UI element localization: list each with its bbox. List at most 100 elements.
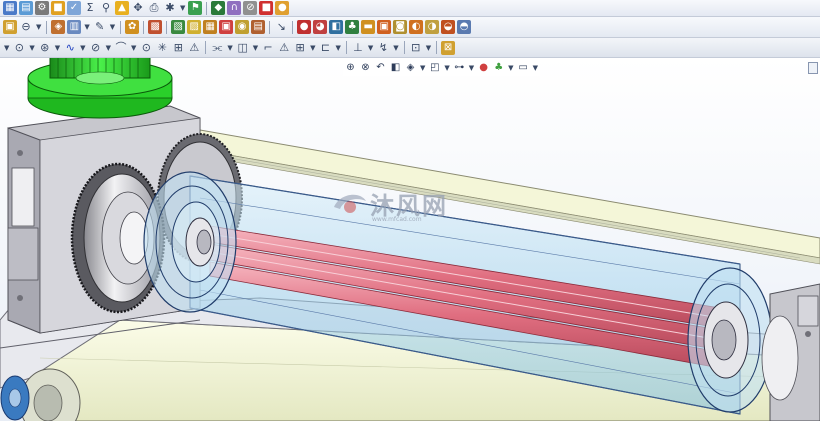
chevron-down-icon[interactable]: ▼	[336, 44, 341, 52]
chevron-down-icon[interactable]: ▼	[469, 64, 474, 72]
chevron-down-icon[interactable]: ▼	[131, 44, 136, 52]
cube-icon[interactable]: ◆	[211, 1, 226, 15]
chain-icon[interactable]: ◧	[329, 20, 344, 34]
magnet-icon[interactable]: ∩	[227, 1, 242, 15]
section-view-icon[interactable]: ◧	[389, 62, 402, 75]
chevron-down-icon[interactable]: ▼	[180, 4, 185, 12]
chevron-down-icon[interactable]: ▼	[55, 44, 60, 52]
check-icon[interactable]: ✓	[67, 1, 81, 15]
spline-icon[interactable]: ∿	[63, 41, 77, 55]
zoom-fit-icon[interactable]: ⊕	[344, 62, 357, 75]
previous-view-icon[interactable]: ↶	[374, 62, 387, 75]
chevron-down-icon[interactable]: ▼	[36, 23, 41, 31]
stop-icon[interactable]: ⊘	[243, 1, 258, 15]
chevron-down-icon[interactable]: ▼	[420, 64, 425, 72]
bolt-icon[interactable]: ▥	[67, 20, 82, 34]
insert-icon[interactable]: ▤	[19, 1, 33, 15]
mirror-icon[interactable]: ⚲	[99, 1, 113, 15]
separator	[166, 20, 168, 34]
paint-icon[interactable]: ●	[275, 1, 290, 15]
viewport-restore-button[interactable]	[808, 62, 818, 74]
sheet-icon[interactable]: ▧	[171, 20, 186, 34]
fillet-icon[interactable]: ⌒	[114, 41, 128, 55]
instant2d-icon[interactable]: ⊠	[441, 40, 456, 55]
warning-icon[interactable]: ▲	[115, 1, 129, 15]
section-icon[interactable]: ▦	[3, 1, 17, 15]
appearance-icon[interactable]: ▣	[219, 20, 234, 34]
chevron-down-icon[interactable]: ▼	[227, 44, 232, 52]
zoom-area-icon[interactable]: ⊗	[359, 62, 372, 75]
bearing-icon[interactable]: ♣	[345, 20, 360, 34]
sum-icon[interactable]: Σ	[83, 1, 97, 15]
offset-icon[interactable]: ⌐	[261, 41, 275, 55]
flag-icon[interactable]: ⚑	[188, 1, 203, 15]
chevron-down-icon[interactable]: ▼	[393, 44, 398, 52]
view-orientation-icon[interactable]: ◈	[404, 62, 417, 75]
chevron-down-icon[interactable]: ▼	[368, 44, 373, 52]
chevron-down-icon[interactable]: ▼	[4, 44, 9, 52]
chevron-down-icon[interactable]: ▼	[310, 44, 315, 52]
grid-icon[interactable]: ⊞	[171, 41, 185, 55]
chevron-down-icon[interactable]: ▼	[84, 23, 89, 31]
render-icon[interactable]: ▨	[187, 20, 202, 34]
chevron-down-icon[interactable]: ▼	[426, 44, 431, 52]
color-icon[interactable]: ■	[259, 1, 274, 15]
smart-icon[interactable]: ◐	[409, 20, 424, 34]
material-icon[interactable]: ▦	[203, 20, 218, 34]
chevron-down-icon[interactable]: ▼	[80, 44, 85, 52]
camera-icon[interactable]: ●	[297, 20, 312, 34]
sphere-icon[interactable]: ◕	[313, 20, 328, 34]
star-sketch-icon[interactable]: ✳	[155, 41, 169, 55]
weld-icon[interactable]: ✎	[93, 20, 107, 34]
quick-snap-icon[interactable]: ↯	[376, 41, 390, 55]
rebuild-icon[interactable]: ◙	[393, 20, 408, 34]
toolbox-icon[interactable]: ◑	[425, 20, 440, 34]
green-motor	[27, 58, 173, 119]
separator	[120, 20, 122, 34]
rapid-sketch-icon[interactable]: ⊡	[409, 41, 423, 55]
circle-icon[interactable]: ⊙	[12, 41, 26, 55]
chevron-down-icon[interactable]: ▼	[508, 64, 513, 72]
separator	[269, 20, 271, 34]
warning-sketch-icon[interactable]: ⚠	[187, 41, 201, 55]
gear-icon[interactable]: ⚙	[35, 1, 49, 15]
trim-icon[interactable]: ⫘	[210, 41, 224, 55]
options-icon[interactable]: ◓	[457, 20, 472, 34]
relation-icon[interactable]: ⊏	[319, 41, 333, 55]
display-style-icon[interactable]: ◰	[428, 62, 441, 75]
scene-icon[interactable]: ◉	[235, 20, 250, 34]
pattern-icon[interactable]: ▣	[377, 20, 392, 34]
scene-icon[interactable]: ♣	[492, 62, 505, 75]
chevron-down-icon[interactable]: ▼	[253, 44, 258, 52]
move-icon[interactable]: ✥	[131, 1, 145, 15]
chevron-down-icon[interactable]: ▼	[444, 64, 449, 72]
hide-show-icon[interactable]: ⊶	[453, 62, 466, 75]
pattern-sketch-icon[interactable]: ⊞	[293, 41, 307, 55]
edit-appearance-icon[interactable]: ●	[477, 62, 490, 75]
arc-icon[interactable]: ⊛	[38, 41, 52, 55]
convert-icon[interactable]: ◫	[236, 41, 250, 55]
point-icon[interactable]: ⊙	[139, 41, 153, 55]
chevron-down-icon[interactable]: ▼	[533, 64, 538, 72]
open-icon[interactable]: ▣	[3, 20, 17, 34]
mold-icon[interactable]: ▬	[361, 20, 376, 34]
save-icon[interactable]: ■	[51, 1, 65, 15]
link-icon[interactable]: ⊖	[19, 20, 33, 34]
star-icon[interactable]: ✱	[163, 1, 177, 15]
gear2-icon[interactable]: ✿	[125, 20, 140, 34]
chevron-down-icon[interactable]: ▼	[110, 23, 115, 31]
graphics-area[interactable]	[0, 58, 820, 421]
part-icon[interactable]: ◈	[51, 20, 66, 34]
light-icon[interactable]: ↘	[274, 20, 288, 34]
view-settings-icon[interactable]: ▭	[517, 62, 530, 75]
globe-icon[interactable]: ◒	[441, 20, 456, 34]
mirror-sketch-icon[interactable]: ⚠	[277, 41, 291, 55]
pipe-icon[interactable]: ▩	[148, 20, 163, 34]
chevron-down-icon[interactable]: ▼	[29, 44, 34, 52]
print-icon[interactable]: ⎙	[147, 1, 161, 15]
separator	[46, 20, 48, 34]
repair-icon[interactable]: ⊥	[351, 41, 365, 55]
ellipse-icon[interactable]: ⊘	[89, 41, 103, 55]
decal-icon[interactable]: ▤	[251, 20, 266, 34]
chevron-down-icon[interactable]: ▼	[106, 44, 111, 52]
